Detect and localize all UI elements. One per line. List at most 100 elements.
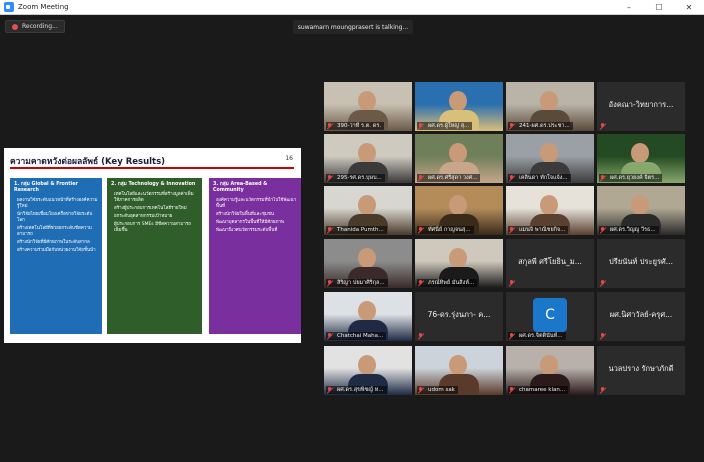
- participant-tile[interactable]: สิริญา ปยมาศิริกุล...: [324, 239, 412, 288]
- person-silhouette: [358, 248, 376, 268]
- column-bullet: ผลงานวิจัยระดับแนวหน้าที่สร้างองค์ความรู…: [17, 198, 98, 209]
- column-heading: 2. กลุ่ม Technology & Innovation: [111, 182, 196, 187]
- muted-mic-icon: [509, 387, 514, 393]
- participant-tile[interactable]: ผศ.ดร.ยุวยงค์ จิตร...: [597, 134, 685, 183]
- participant-name: นวลปราง รักษาภักดี: [608, 364, 674, 373]
- recording-indicator[interactable]: Recording...: [5, 20, 65, 33]
- column-bullet: องค์ความรู้และนวัตกรรมที่นำไปใช้พัฒนาพื้…: [216, 198, 297, 209]
- participant-tile[interactable]: chamaree klan...: [506, 346, 594, 395]
- participant-tile[interactable]: 390-ว่าที่ ร.ต. ดร.: [324, 82, 412, 131]
- participant-tile[interactable]: แมนจิ พาณิชยกิจ...: [506, 186, 594, 235]
- muted-mic-icon: [600, 227, 605, 233]
- muted-mic-icon: [327, 175, 332, 181]
- participant-name: อังคณา-วิทยาการ...: [608, 100, 674, 109]
- window-title: Zoom Meeting: [18, 3, 69, 11]
- muted-mic-icon: [418, 333, 423, 339]
- participant-tile[interactable]: ปรียนันท์ ประยูรศั...: [597, 239, 685, 288]
- muted-mic-icon: [600, 123, 605, 129]
- participant-tile[interactable]: Thanida Pumth...: [324, 186, 412, 235]
- person-silhouette: [540, 195, 558, 215]
- muted-mic-icon: [327, 333, 332, 339]
- participant-name: Chatchai Maha...: [326, 332, 387, 340]
- participant-tile[interactable]: ผศ.นิศาวัลย์-ครุศ...: [597, 292, 685, 341]
- slide-title: ความคาดหวังต่อผลลัพธ์ (Key Results): [10, 157, 166, 167]
- person-silhouette: [358, 195, 376, 215]
- person-silhouette: [358, 143, 376, 163]
- muted-mic-icon: [600, 333, 605, 339]
- participant-name: ผศ.ดร.จิตตินันท์...: [508, 332, 566, 340]
- participant-name: 241-ผศ.ดร.ประชา...: [508, 122, 573, 130]
- participant-name: เคลินดา ทักใจแจ้ง...: [508, 174, 571, 182]
- muted-mic-icon: [509, 280, 514, 286]
- participant-name: ทัศนีย์ กาญจนสุ...: [417, 226, 474, 234]
- participant-tile[interactable]: Chatchai Maha...: [324, 292, 412, 341]
- muted-mic-icon: [600, 175, 605, 181]
- participant-tile[interactable]: ผศ.ดร.สุขพิชญ์ ห...: [324, 346, 412, 395]
- participant-name: Thanida Pumth...: [326, 226, 387, 234]
- participant-name: สกุลพี ศรีโยธิน_ม...: [518, 257, 582, 266]
- record-dot-icon: [12, 23, 18, 30]
- participant-name: ปรียนันท์ ประยูรศั...: [609, 257, 673, 266]
- person-silhouette: [631, 143, 649, 163]
- participant-tile[interactable]: นวลปราง รักษาภักดี: [597, 346, 685, 395]
- shared-screen-slide: ความคาดหวังต่อผลลัพธ์ (Key Results) 16 1…: [4, 148, 301, 343]
- muted-mic-icon: [600, 387, 605, 393]
- column-bullet: นักวิจัยไทยเชื่อมโยงเครือข่ายวิจัยระดับโ…: [17, 212, 93, 223]
- participant-name: ผศ.ดร.ยุวยงค์ จิตร...: [599, 174, 663, 182]
- participant-name: ผศ.ดร.ผู้ใหญ่ สุ...: [417, 122, 473, 130]
- participant-tile[interactable]: udom sak: [415, 346, 503, 395]
- participant-tile[interactable]: เคลินดา ทักใจแจ้ง...: [506, 134, 594, 183]
- participant-tile[interactable]: 295-รศ.ดร.บุษบ...: [324, 134, 412, 183]
- meeting-stage: Recording... suwamarn moungprasert is ta…: [0, 15, 704, 462]
- person-silhouette: [358, 301, 376, 321]
- column-bullet: สร้างผู้ประกอบการเทคโนโลยีรายใหม่: [114, 206, 187, 211]
- muted-mic-icon: [327, 227, 332, 233]
- participant-name: ผศ.ดร.สุขพิชญ์ ห...: [326, 386, 387, 394]
- column-bullet: สร้างนักวิจัยในพื้นที่และชุมชน: [216, 212, 274, 217]
- participant-name: 390-ว่าที่ ร.ต. ดร.: [326, 122, 385, 130]
- muted-mic-icon: [509, 175, 514, 181]
- participant-name: แมนจิ พาณิชยกิจ...: [508, 226, 569, 234]
- participant-tile[interactable]: สกุลพี ศรีโยธิน_ม...: [506, 239, 594, 288]
- window-controls: – ☐ ✕: [614, 0, 704, 15]
- slide-page-number: 16: [285, 155, 293, 162]
- participant-name: chamaree klan...: [508, 386, 569, 394]
- participant-tile[interactable]: C ผศ.ดร.จิตตินันท์...: [506, 292, 594, 341]
- participant-name: ภรณ์ทิพย์ มั่นสิงห์...: [417, 279, 478, 287]
- zoom-app-icon: [4, 2, 14, 12]
- participant-tile[interactable]: ผศ.ดร.ศรีสุดา วงศ...: [415, 134, 503, 183]
- close-button[interactable]: ✕: [674, 0, 704, 15]
- maximize-button[interactable]: ☐: [644, 0, 674, 15]
- participant-tile[interactable]: ภรณ์ทิพย์ มั่นสิงห์...: [415, 239, 503, 288]
- participant-tile[interactable]: ผศ.ดร.วิญญู วีรธ...: [597, 186, 685, 235]
- participant-tile[interactable]: อังคณา-วิทยาการ...: [597, 82, 685, 131]
- person-silhouette: [540, 355, 558, 375]
- slide-column-technology: 2. กลุ่ม Technology & Innovation เทคโนโล…: [107, 178, 202, 334]
- participant-tile[interactable]: 241-ผศ.ดร.ประชา...: [506, 82, 594, 131]
- title-bar: Zoom Meeting – ☐ ✕: [0, 0, 704, 15]
- participant-tile[interactable]: ทัศนีย์ กาญจนสุ...: [415, 186, 503, 235]
- person-silhouette: [358, 355, 376, 375]
- participant-name: สิริญา ปยมาศิริกุล...: [326, 279, 388, 287]
- muted-mic-icon: [509, 123, 514, 129]
- column-heading: 1. กลุ่ม Global & Frontier Research: [14, 182, 78, 193]
- participant-name: ผศ.ดร.ศรีสุดา วงศ...: [417, 174, 481, 182]
- person-silhouette: [449, 248, 467, 268]
- column-bullet: พัฒนาบุคลากรในพื้นที่ให้มีศักยภาพ: [216, 220, 285, 225]
- column-bullet: ผู้ประกอบการ SMEs มีขีดความสามารถเพิ่มขึ…: [114, 222, 191, 233]
- participant-tile[interactable]: 76-ดร.รุ่งนภา- ค...: [415, 292, 503, 341]
- person-silhouette: [449, 355, 467, 375]
- minimize-button[interactable]: –: [614, 0, 644, 15]
- column-bullet: สร้างนักวิจัยที่มีศักยภาพในระดับสากล: [17, 240, 90, 245]
- muted-mic-icon: [418, 387, 423, 393]
- column-bullet: เทคโนโลยีและนวัตกรรมที่สร้างมูลค่าเพิ่มใ…: [114, 192, 194, 203]
- participant-avatar: C: [533, 298, 567, 332]
- muted-mic-icon: [509, 227, 514, 233]
- recording-label: Recording...: [22, 23, 58, 30]
- slide-divider: [10, 167, 294, 169]
- column-bullet: ยกระดับอุตสาหกรรมเป้าหมาย: [114, 214, 173, 219]
- person-silhouette: [358, 91, 376, 111]
- participant-tile[interactable]: ผศ.ดร.ผู้ใหญ่ สุ...: [415, 82, 503, 131]
- column-bullet: สร้างความร่วมมือกับหน่วยงานวิจัยชั้นนำ: [17, 248, 96, 253]
- muted-mic-icon: [509, 333, 514, 339]
